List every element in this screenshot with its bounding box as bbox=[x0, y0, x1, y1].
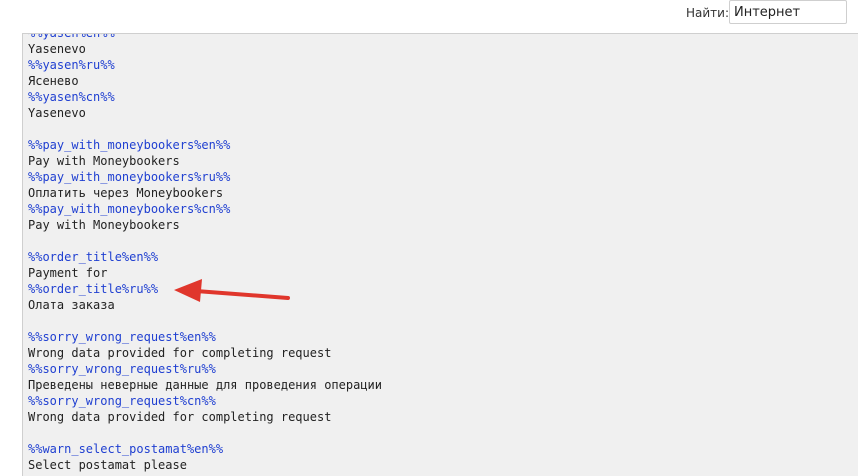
blank-line bbox=[28, 121, 382, 137]
translation-key-line: %%pay_with_moneybookers%cn%% bbox=[28, 202, 231, 216]
translation-key-line: %%order_title%ru%% bbox=[28, 282, 159, 296]
search-bar: Найти: bbox=[0, 0, 858, 33]
translation-value-line: Payment for bbox=[28, 266, 108, 280]
translation-key-line: %%sorry_wrong_request%en%% bbox=[28, 330, 216, 344]
translation-key-line: %%warn_select_postamat%en%% bbox=[28, 442, 224, 456]
blank-line bbox=[28, 233, 382, 249]
translation-key-line: %%order_title%en%% bbox=[28, 250, 159, 264]
code-editor[interactable]: %%yasen%en%% Yasenevo %%yasen%ru%% Ясенево%… bbox=[22, 33, 858, 476]
translation-key-line: %%sorry_wrong_request%ru%% bbox=[28, 362, 216, 376]
translation-value-line: Wrong data provided for completing reque… bbox=[28, 410, 332, 424]
editor-lines: %%yasen%en%% Yasenevo %%yasen%ru%% Ясенево%… bbox=[28, 33, 383, 473]
translation-key-line: %%yasen%cn%% bbox=[28, 90, 115, 104]
translation-value-line: Олата заказа bbox=[28, 298, 115, 312]
translation-key-line: %%sorry_wrong_request%cn%% bbox=[28, 394, 216, 408]
translation-value-line: Yasenevo bbox=[28, 106, 86, 120]
translation-value-line: Оплатить через Moneybookers bbox=[28, 186, 224, 200]
translation-value-line: Wrong data provided for completing reque… bbox=[28, 346, 332, 360]
translation-value-line: Преведены неверные данные для проведения… bbox=[28, 378, 383, 392]
translation-value-line: Pay with Moneybookers bbox=[28, 218, 180, 232]
translation-key-line: %%yasen%ru%% bbox=[28, 58, 115, 72]
translation-value-line: Pay with Moneybookers bbox=[28, 154, 180, 168]
translation-key-line: %%yasen%en%% bbox=[28, 33, 115, 40]
translation-value-line: Ясенево bbox=[28, 74, 79, 88]
blank-line bbox=[28, 313, 382, 329]
translation-key-line: %%pay_with_moneybookers%en%% bbox=[28, 138, 231, 152]
translation-key-line: %%pay_with_moneybookers%ru%% bbox=[28, 170, 231, 184]
find-input[interactable] bbox=[729, 0, 847, 24]
translation-value-line: Select postamat please bbox=[28, 458, 187, 472]
find-label: Найти: bbox=[686, 6, 730, 20]
blank-line bbox=[28, 425, 382, 441]
translation-value-line: Yasenevo bbox=[28, 42, 86, 56]
